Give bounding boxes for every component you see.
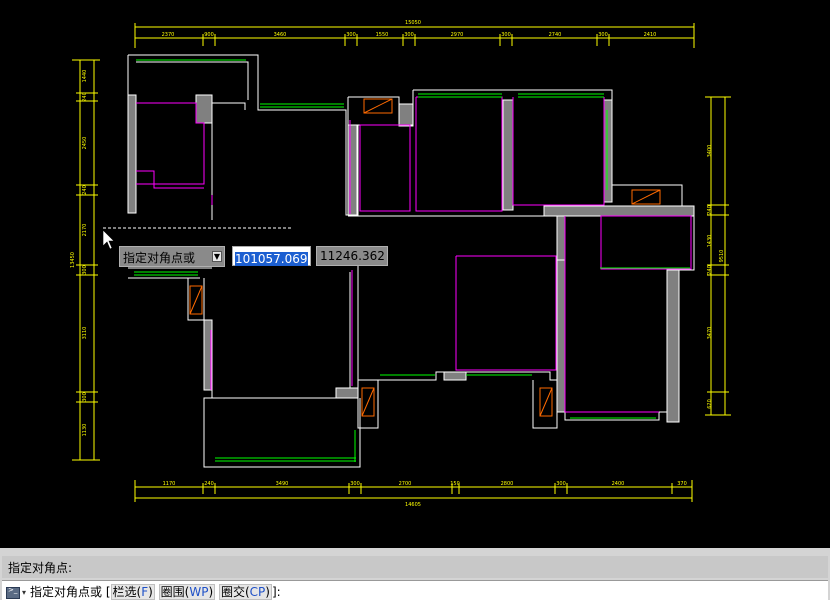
dim-left-total: 13450	[70, 252, 76, 268]
dim-right-seg: 240	[707, 205, 713, 215]
dim-top-total: 15050	[405, 20, 421, 26]
dim-left-seg: 1130	[82, 424, 88, 437]
mouse-cursor-icon	[102, 229, 115, 250]
option-fence-label: 栏选	[112, 585, 137, 599]
dim-bottom-seg: 1170	[163, 481, 176, 487]
floor-plan[interactable]: 15050 2370 900 3460 300 1550 300 2970 30…	[0, 0, 830, 548]
dim-top-seg: 3460	[274, 32, 287, 38]
dim-left-seg: 240	[82, 185, 88, 195]
x-coordinate-input[interactable]: 101057.069	[232, 246, 311, 266]
dim-left-seg: 2170	[82, 224, 88, 237]
command-history: 指定对角点:	[2, 556, 828, 578]
dim-bottom-total: 14605	[405, 502, 421, 508]
dim-bottom-seg: 240	[204, 481, 214, 487]
dynamic-input-prompt: 指定对角点或 ▼	[119, 246, 225, 267]
chevron-down-icon[interactable]: ▾	[22, 588, 26, 597]
option-cpolygon[interactable]: 圈交(CP)	[218, 584, 272, 600]
dim-left-seg: 300	[82, 265, 88, 275]
dim-right-seg: 3470	[707, 327, 713, 340]
dim-top-seg: 300	[598, 32, 608, 38]
option-cpolygon-label: 圈交	[220, 585, 245, 599]
dim-top-seg: 1550	[376, 32, 389, 38]
option-wpolygon-key: WP	[189, 585, 209, 599]
dim-left-seg: 240	[82, 92, 88, 102]
command-history-line: 指定对角点:	[8, 561, 73, 575]
dim-top-seg: 300	[404, 32, 414, 38]
dim-right-seg: 3400	[707, 145, 713, 158]
dim-right-seg: 1430	[707, 235, 713, 248]
dim-top-seg: 2370	[162, 32, 175, 38]
dim-right-seg: 620	[707, 399, 713, 409]
dim-bottom-seg: 300	[556, 481, 566, 487]
command-prompt-prefix: 指定对角点或 [	[30, 585, 111, 599]
command-prompt-suffix: ]:	[271, 585, 281, 599]
y-coordinate-input[interactable]: 11246.362	[316, 246, 388, 266]
dim-right-seg: 240	[707, 265, 713, 275]
option-fence-key: F	[141, 585, 149, 599]
dim-top-seg: 300	[501, 32, 511, 38]
dim-top-seg: 2740	[549, 32, 562, 38]
option-wpolygon[interactable]: 圈围(WP)	[158, 584, 216, 600]
dim-bottom-seg: 2700	[399, 481, 412, 487]
option-cpolygon-key: CP	[249, 585, 266, 599]
dim-top-seg: 900	[204, 32, 214, 38]
dim-top-seg: 300	[346, 32, 356, 38]
dim-left-seg: 3110	[82, 327, 88, 340]
dim-bottom-seg: 370	[677, 481, 687, 487]
command-line-icon[interactable]	[6, 586, 20, 599]
dim-top-seg: 2970	[451, 32, 464, 38]
dynamic-input-prompt-label: 指定对角点或	[123, 251, 196, 265]
drawing-canvas[interactable]: 15050 2370 900 3460 300 1550 300 2970 30…	[0, 0, 830, 548]
dim-bottom-seg: 300	[350, 481, 360, 487]
dim-bottom-seg: 2800	[501, 481, 514, 487]
dim-bottom-seg: 2400	[612, 481, 625, 487]
option-fence[interactable]: 栏选(F)	[110, 584, 155, 600]
options-dropdown-icon[interactable]: ▼	[212, 251, 222, 262]
dim-left-seg: 1440	[82, 70, 88, 83]
command-input[interactable]: ▾ 指定对角点或 [栏选(F) 圈围(WP) 圈交(CP)]:	[2, 580, 828, 600]
dim-left-seg: 2450	[82, 137, 88, 150]
option-wpolygon-label: 圈围	[160, 585, 185, 599]
x-coordinate-value: 101057.069	[235, 252, 308, 266]
dim-bottom-seg: 150	[450, 481, 460, 487]
y-coordinate-value: 11246.362	[320, 249, 385, 263]
dim-left-seg: 300	[82, 392, 88, 402]
dim-bottom-seg: 3490	[276, 481, 289, 487]
dim-top-seg: 2410	[644, 32, 657, 38]
dim-right-total: 9510	[719, 250, 725, 263]
